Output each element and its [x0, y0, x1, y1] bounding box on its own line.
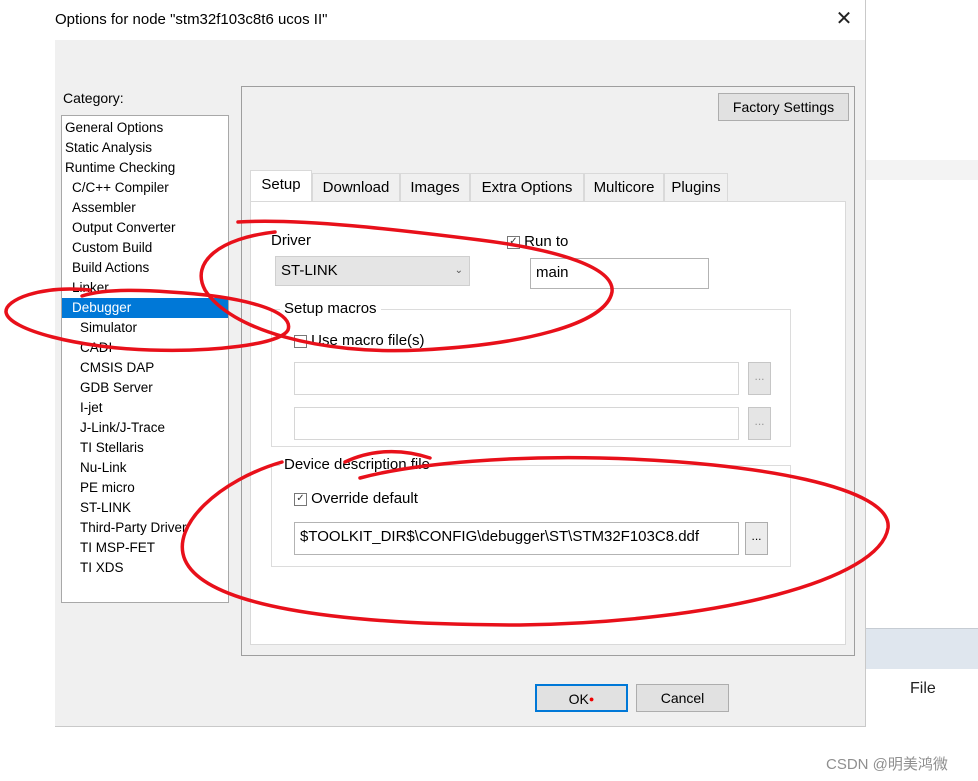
red-annotation-layer: [4, 219, 890, 627]
annotation-circle-debugger: [4, 287, 291, 353]
annotation-circle-driver: [199, 219, 614, 353]
annotation-stroke-ddf-top: [343, 449, 432, 464]
annotation-circle-ddf: [180, 455, 890, 627]
